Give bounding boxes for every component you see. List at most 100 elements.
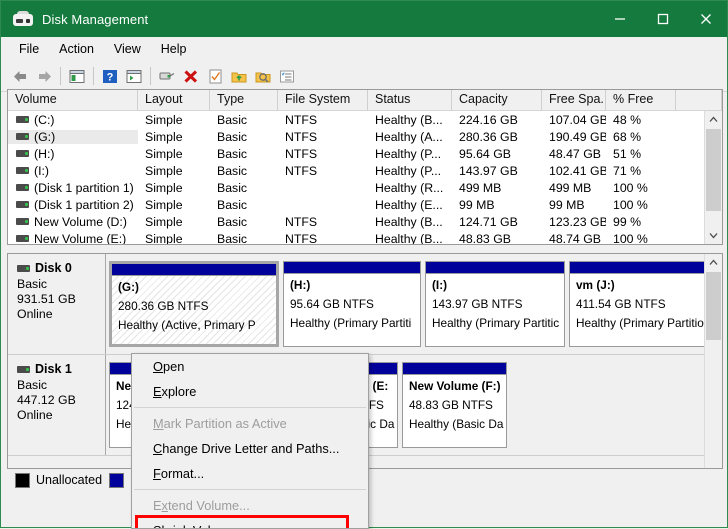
cell-status: Healthy (B...	[375, 112, 443, 127]
cell-free: 100 %	[613, 180, 648, 195]
disk-scroll-up-arrow[interactable]	[705, 254, 722, 271]
check-disk-icon[interactable]	[203, 64, 227, 88]
column-header-free[interactable]: % Free	[606, 90, 676, 110]
column-header-free-spa[interactable]: Free Spa...	[542, 90, 606, 110]
menu-item-explore[interactable]: Explore	[132, 379, 368, 404]
menu-item-open[interactable]: Open	[132, 354, 368, 379]
partition-status: Healthy (Primary Partitic	[432, 316, 560, 330]
disk-name: Disk 0	[35, 261, 72, 275]
help-icon[interactable]: ?	[98, 64, 122, 88]
table-row[interactable]: (G:) Simple Basic NTFS Healthy (A... 280.36 G…	[8, 128, 722, 145]
disk-name: Disk 1	[35, 362, 72, 376]
menu-file[interactable]: File	[9, 40, 49, 58]
cell-type: Basic	[217, 180, 248, 195]
maximize-button[interactable]	[641, 1, 684, 37]
cell-text: (Disk 1 partition 2)	[34, 197, 134, 212]
table-row[interactable]: (C:) Simple Basic NTFS Healthy (B... 224.16 G…	[8, 111, 722, 128]
scroll-thumb[interactable]	[706, 129, 721, 211]
partition-status: Healthy (Primary Partiti	[290, 316, 412, 330]
scroll-down-arrow[interactable]	[705, 227, 722, 244]
disk-type: Basic	[17, 277, 48, 291]
partition-label: (G:)	[118, 280, 139, 294]
table-row[interactable]: New Volume (D:) Simple Basic NTFS Healthy (B…	[8, 213, 722, 230]
export-list-icon[interactable]	[227, 64, 251, 88]
partition-size: 143.97 GB NTFS	[432, 297, 523, 311]
partition-block[interactable]: (H:) 95.64 GB NTFS Healthy (Primary Partit…	[283, 261, 421, 347]
scroll-up-arrow[interactable]	[705, 111, 722, 128]
cell-file-system: NTFS	[285, 112, 318, 127]
legend-label-unallocated: Unallocated	[36, 473, 103, 487]
partition-block[interactable]: New Volume (F:) 48.83 GB NTFS Healthy (Bas…	[402, 362, 507, 448]
partition-block[interactable]: vm (J:) 411.54 GB NTFS Healthy (Primary Pa…	[569, 261, 719, 347]
column-header-type[interactable]: Type	[210, 90, 278, 110]
show-hide-console-tree-icon[interactable]	[65, 64, 89, 88]
partition-status: Healthy (Basic Da	[409, 417, 504, 431]
disk-scroll-thumb[interactable]	[706, 272, 721, 340]
menu-action[interactable]: Action	[49, 40, 104, 58]
partition-label: (I:)	[432, 278, 448, 292]
cell-capacity: 99 MB	[459, 197, 495, 212]
cell-status: Healthy (B...	[375, 214, 443, 229]
disk-title: Disk 0	[17, 261, 105, 275]
column-header-spacer	[676, 90, 722, 110]
cell-free: 68 %	[613, 129, 642, 144]
disk-row-disk-0: Disk 0 Basic 931.51 GB Online (G:) 280.36 GB …	[8, 254, 722, 355]
column-header-file-system[interactable]: File System	[278, 90, 368, 110]
partition-size: 48.83 GB NTFS	[409, 398, 493, 412]
properties-icon[interactable]	[155, 64, 179, 88]
cell-volume: New Volume (E:)	[8, 232, 138, 244]
cell-type: Basic	[217, 129, 248, 144]
column-header-volume[interactable]: Volume	[8, 90, 138, 110]
cell-free: 51 %	[613, 146, 642, 161]
cell-free-spa: 99 MB	[549, 197, 585, 212]
cell-free-spa: 48.74 GB	[549, 231, 601, 245]
minimize-button[interactable]	[598, 1, 641, 37]
cell-volume: (Disk 1 partition 1)	[8, 181, 138, 195]
cell-file-system: NTFS	[285, 146, 318, 161]
column-header-status[interactable]: Status	[368, 90, 452, 110]
disk-pane-scrollbar[interactable]	[704, 254, 722, 468]
back-icon[interactable]	[8, 64, 32, 88]
column-header-capacity[interactable]: Capacity	[452, 90, 542, 110]
table-row[interactable]: (Disk 1 partition 2) Simple Basic Healthy (…	[8, 196, 722, 213]
partition-color-bar	[284, 262, 420, 274]
cell-volume: (G:)	[8, 129, 138, 144]
table-row[interactable]: (H:) Simple Basic NTFS Healthy (P... 95.64 GB…	[8, 145, 722, 162]
forward-icon[interactable]	[32, 64, 56, 88]
table-row[interactable]: New Volume (E:) Simple Basic NTFS Healthy (B…	[8, 230, 722, 244]
volume-list-scrollbar[interactable]	[704, 111, 722, 244]
partition-block[interactable]: (I:) 143.97 GB NTFS Healthy (Primary Parti…	[425, 261, 565, 347]
table-row[interactable]: (Disk 1 partition 1) Simple Basic Healthy (…	[8, 179, 722, 196]
list-view-icon[interactable]	[275, 64, 299, 88]
cell-text: (G:)	[34, 129, 56, 144]
menu-view[interactable]: View	[104, 40, 151, 58]
cell-text: (H:)	[34, 146, 55, 161]
show-hide-action-pane-icon[interactable]	[122, 64, 146, 88]
menu-item-change-drive-letter-and-paths[interactable]: Change Drive Letter and Paths...	[132, 436, 368, 461]
cell-volume: (C:)	[8, 113, 138, 127]
partition-status: Healthy (Active, Primary P	[118, 318, 256, 332]
column-header-layout[interactable]: Layout	[138, 90, 210, 110]
cell-capacity: 124.71 GB	[459, 214, 518, 229]
disk-info-panel[interactable]: Disk 0 Basic 931.51 GB Online	[8, 254, 106, 354]
cell-text: New Volume (D:)	[34, 214, 127, 229]
cell-file-system: NTFS	[285, 231, 318, 245]
menu-item-format[interactable]: Format...	[132, 461, 368, 486]
cell-text: (Disk 1 partition 1)	[34, 180, 134, 195]
delete-icon[interactable]	[179, 64, 203, 88]
partition-block[interactable]: (G:) 280.36 GB NTFS Healthy (Active, Prima…	[109, 261, 279, 347]
partition-color-bar	[570, 262, 718, 274]
table-row[interactable]: (I:) Simple Basic NTFS Healthy (P... 143.97 G…	[8, 162, 722, 179]
cell-capacity: 224.16 GB	[459, 112, 518, 127]
close-button[interactable]	[684, 1, 727, 37]
disk-info-panel[interactable]: Disk 1 Basic 447.12 GB Online	[8, 355, 106, 455]
search-icon[interactable]	[251, 64, 275, 88]
legend-swatch-primary	[109, 472, 125, 488]
menu-item-shrink-volume[interactable]: Shrink Volume...	[132, 515, 368, 528]
menu-help[interactable]: Help	[151, 40, 197, 58]
cell-free-spa: 107.04 GB	[549, 112, 606, 127]
partition-label: New Volume (F:)	[409, 379, 501, 393]
cell-status: Healthy (P...	[375, 146, 442, 161]
cell-free: 48 %	[613, 112, 642, 127]
cell-file-system: NTFS	[285, 129, 318, 144]
